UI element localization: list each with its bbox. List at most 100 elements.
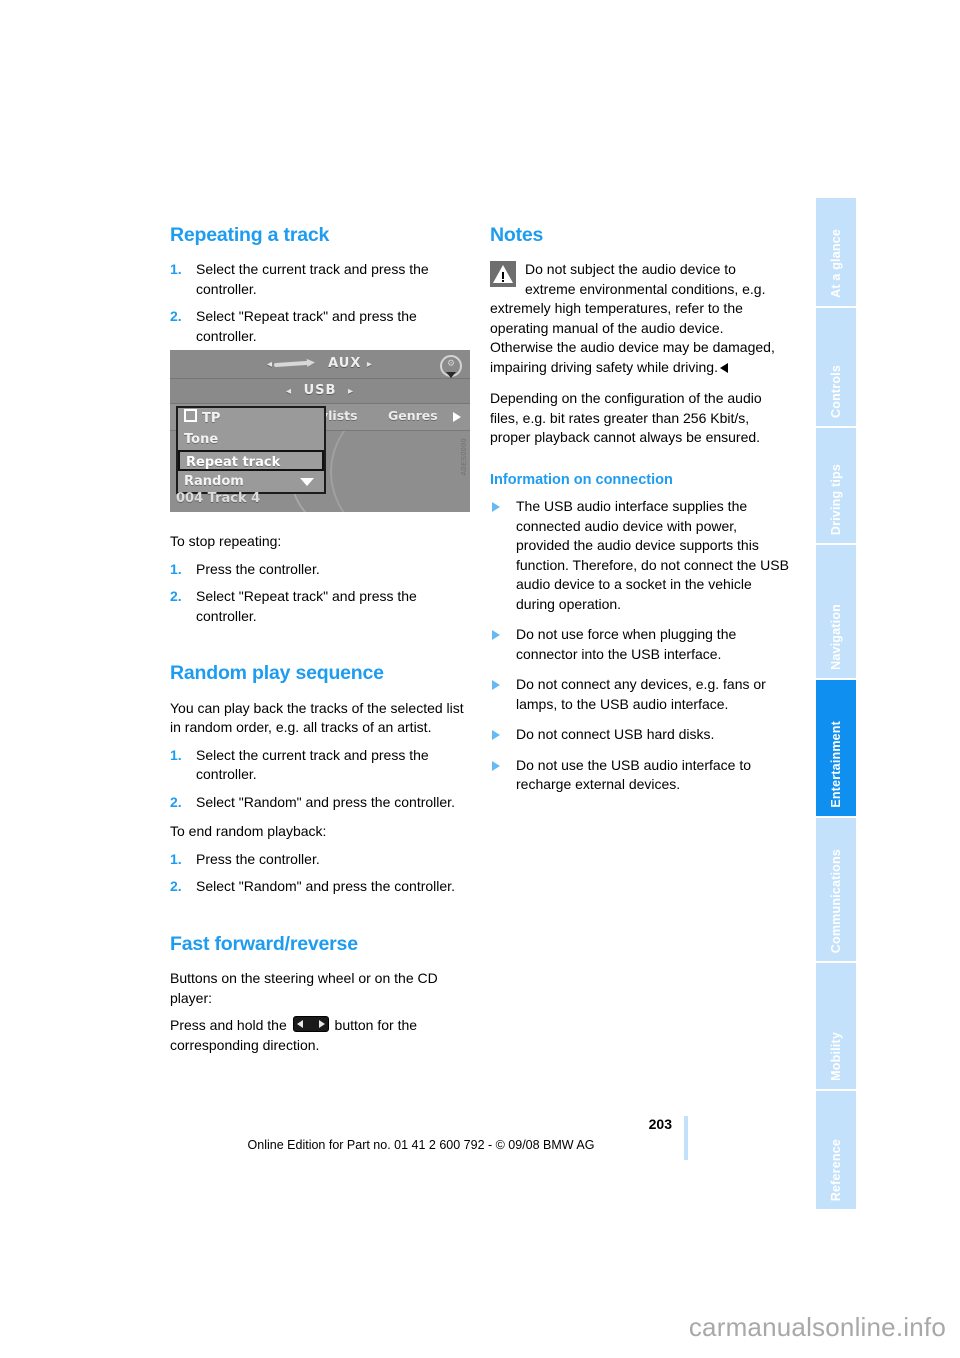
step-number: 2. bbox=[170, 878, 182, 895]
chevron-right-icon bbox=[453, 412, 461, 422]
figure-aux-label: AUX bbox=[328, 356, 362, 371]
step-number: 2. bbox=[170, 793, 182, 810]
end-random-intro: To end random playback: bbox=[170, 823, 327, 840]
figure-usb-label: USB bbox=[303, 383, 337, 398]
sidebar-tab-communications[interactable]: Communications bbox=[816, 818, 856, 963]
list-item: 1. Select the current track and press th… bbox=[170, 746, 470, 785]
step-text: Press the controller. bbox=[196, 850, 320, 867]
note-end-marker bbox=[720, 362, 728, 373]
step-number: 1. bbox=[170, 850, 182, 867]
chevron-right-icon: ▸ bbox=[366, 359, 373, 370]
triangle-bullet-icon bbox=[492, 730, 500, 741]
list-item: 2. Select "Random" and press the control… bbox=[170, 793, 470, 813]
step-text: Press the controller. bbox=[196, 560, 320, 577]
step-number: 2. bbox=[170, 588, 182, 605]
chevron-left-icon: ◂ bbox=[286, 386, 293, 397]
warning-note: Do not subject the audio device to extre… bbox=[490, 260, 790, 377]
sidebar-tab-at-a-glance[interactable]: At a glance bbox=[816, 198, 856, 308]
bullet-text: Do not use force when plugging the conne… bbox=[516, 626, 737, 662]
figure-menu-item-tp: TP bbox=[178, 408, 324, 429]
section-heading-notes: Notes bbox=[490, 224, 544, 246]
fast-forward-reverse-button-icon bbox=[292, 1016, 329, 1033]
steps-end-random: 1. Press the controller. 2. Select "Rand… bbox=[170, 850, 470, 897]
edition-line: Online Edition for Part no. 01 41 2 600 … bbox=[247, 1138, 595, 1152]
step-number: 2. bbox=[170, 308, 182, 325]
notes-paragraph: Depending on the configuration of the au… bbox=[490, 390, 762, 446]
sidebar-tab-label: Navigation bbox=[829, 604, 843, 670]
figure-menu-item-label: Repeat track bbox=[186, 455, 281, 470]
stop-repeating-intro: To stop repeating: bbox=[170, 533, 282, 550]
steps-random-play: 1. Select the current track and press th… bbox=[170, 746, 470, 813]
list-item: Do not use the USB audio interface to re… bbox=[490, 756, 790, 795]
figure-menu-item-label: TP bbox=[202, 411, 221, 426]
section-heading-repeating-a-track: Repeating a track bbox=[170, 224, 330, 246]
fast-forward-para-1: Buttons on the steering wheel or on the … bbox=[170, 970, 438, 1006]
triangle-bullet-icon bbox=[492, 630, 500, 641]
step-number: 1. bbox=[170, 560, 182, 577]
figure-menu-item-random: Random bbox=[178, 471, 324, 492]
bullet-text: The USB audio interface supplies the con… bbox=[516, 498, 789, 612]
sidebar-tab-controls[interactable]: Controls bbox=[816, 308, 856, 428]
right-column: Notes Do not subject the audio device to… bbox=[490, 224, 790, 806]
figure-dropdown-menu: TP Tone Repeat track Random bbox=[176, 406, 326, 494]
connection-bullets: The USB audio interface supplies the con… bbox=[490, 497, 790, 795]
figure-aux-label-row: ◂ AUX ▸ bbox=[170, 356, 470, 371]
list-item: Do not connect any devices, e.g. fans or… bbox=[490, 675, 790, 714]
figure-tab-genres: Genres bbox=[388, 408, 438, 423]
idrive-screen-figure: ◂ AUX ▸ ⚙ ◂ USB ▸ ylists Genres TP Tone … bbox=[170, 350, 470, 512]
list-item: 1. Select the current track and press th… bbox=[170, 260, 470, 299]
step-number: 1. bbox=[170, 261, 182, 278]
step-text: Select "Random" and press the controller… bbox=[196, 793, 455, 810]
figure-usb-label-row: ◂ USB ▸ bbox=[170, 383, 470, 398]
step-text: Select "Repeat track" and press the cont… bbox=[196, 588, 417, 624]
sidebar-tab-label: Reference bbox=[829, 1138, 843, 1201]
triangle-bullet-icon bbox=[492, 502, 500, 513]
sidebar-tab-driving-tips[interactable]: Driving tips bbox=[816, 428, 856, 545]
manual-page: Repeating a track 1. Select the current … bbox=[0, 0, 960, 1358]
figure-track-status: 004 Track 4 bbox=[176, 491, 261, 506]
figure-reference-code: A0ES0000 bbox=[461, 438, 468, 476]
chapter-tab-sidebar: At a glance Controls Driving tips Naviga… bbox=[816, 198, 856, 1209]
fast-forward-text-before: Press and hold the bbox=[170, 1017, 287, 1034]
list-item: 2. Select "Random" and press the control… bbox=[170, 877, 470, 897]
checkbox-icon bbox=[184, 409, 197, 422]
random-play-intro: You can play back the tracks of the sele… bbox=[170, 699, 464, 736]
chevron-right-icon: ▸ bbox=[347, 386, 354, 397]
sidebar-tab-label: Controls bbox=[829, 365, 843, 418]
site-watermark: carmanualsonline.info bbox=[688, 1312, 946, 1342]
list-item: 1. Press the controller. bbox=[170, 560, 470, 580]
warning-note-text: Do not subject the audio device to extre… bbox=[490, 261, 775, 375]
list-item: Do not use force when plugging the conne… bbox=[490, 625, 790, 664]
footer-rule bbox=[684, 1116, 688, 1160]
triangle-bullet-icon bbox=[492, 760, 500, 771]
section-heading-random-play-sequence: Random play sequence bbox=[170, 662, 384, 685]
sidebar-tab-mobility[interactable]: Mobility bbox=[816, 963, 856, 1091]
sidebar-tab-label: Mobility bbox=[829, 1032, 843, 1081]
triangle-bullet-icon bbox=[492, 680, 500, 691]
figure-aux-bar: ◂ AUX ▸ ⚙ bbox=[170, 350, 470, 379]
step-text: Select the current track and press the c… bbox=[196, 261, 429, 297]
sidebar-tab-label: Communications bbox=[829, 848, 843, 953]
step-text: Select "Random" and press the controller… bbox=[196, 878, 455, 895]
bullet-text: Do not connect any devices, e.g. fans or… bbox=[516, 676, 766, 712]
chevron-down-icon bbox=[300, 478, 314, 486]
sidebar-tab-navigation[interactable]: Navigation bbox=[816, 545, 856, 680]
list-item: 2. Select "Repeat track" and press the c… bbox=[170, 307, 470, 346]
section-heading-fast-forward-reverse: Fast forward/reverse bbox=[170, 932, 358, 955]
step-text: Select the current track and press the c… bbox=[196, 746, 429, 783]
fast-forward-para-2: Press and hold the button for the corres… bbox=[170, 1016, 470, 1055]
steps-stop-repeating: 1. Press the controller. 2. Select "Repe… bbox=[170, 560, 470, 627]
page-number: 203 bbox=[648, 1116, 672, 1132]
subsection-heading-information-on-connection: Information on connection bbox=[490, 471, 673, 488]
warning-triangle-icon bbox=[490, 261, 516, 288]
chevron-left-icon: ◂ bbox=[267, 359, 274, 370]
sidebar-tab-reference[interactable]: Reference bbox=[816, 1091, 856, 1209]
bullet-text: Do not use the USB audio interface to re… bbox=[516, 756, 752, 793]
list-item: 2. Select "Repeat track" and press the c… bbox=[170, 587, 470, 626]
step-number: 1. bbox=[170, 746, 182, 763]
step-text: Select "Repeat track" and press the cont… bbox=[196, 308, 417, 344]
sidebar-tab-entertainment[interactable]: Entertainment bbox=[816, 680, 856, 818]
figure-menu-item-tone: Tone bbox=[178, 429, 324, 450]
sidebar-tab-label: Driving tips bbox=[829, 463, 843, 535]
figure-menu-item-label: Tone bbox=[184, 432, 219, 447]
